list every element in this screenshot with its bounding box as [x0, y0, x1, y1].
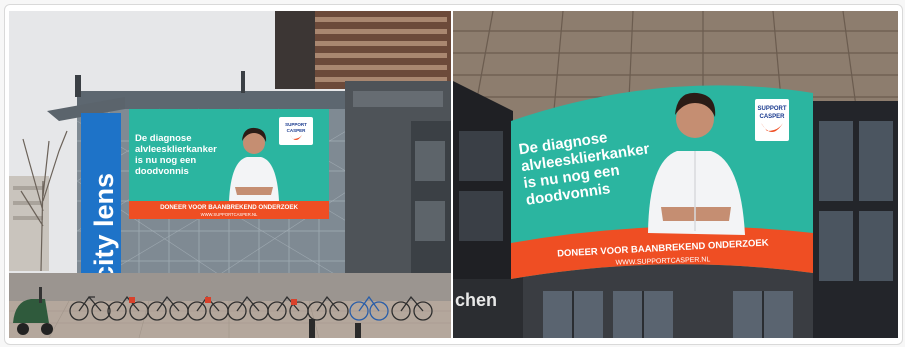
- svg-text:SUPPORT: SUPPORT: [757, 106, 786, 112]
- billboard-headline-line: is nu nog een: [135, 155, 196, 166]
- billboard-left: SUPPORT CASPER De diagnose alvleesklierk…: [129, 109, 329, 219]
- street-scene: city lens SUPPORT CASPER De diagnose alv…: [9, 11, 451, 338]
- svg-text:CASPER: CASPER: [759, 114, 785, 120]
- svg-text:SUPPORT: SUPPORT: [285, 122, 307, 127]
- curved-screen-scene: chen SUPPORT CASPER De diagnose alvleesk…: [453, 11, 898, 338]
- svg-text:CASPER: CASPER: [287, 128, 307, 133]
- storefront-sign: chen: [455, 290, 497, 310]
- billboard-headline-line: De diagnose: [135, 133, 192, 144]
- billboard-url: WWW.SUPPORTCASPER.NL: [201, 212, 258, 217]
- billboard-headline-line: doodvonnis: [135, 166, 189, 177]
- billboard-right: SUPPORT CASPER De diagnose alvleesklierk…: [511, 85, 813, 279]
- city-lens-sign: city lens: [89, 173, 119, 281]
- photo-city-lens-billboard: city lens SUPPORT CASPER De diagnose alv…: [9, 11, 451, 338]
- photo-curved-billboard: chen SUPPORT CASPER De diagnose alvleesk…: [453, 11, 898, 338]
- billboard-cta: DONEER VOOR BAANBREKEND ONDERZOEK: [160, 204, 298, 211]
- image-frame: city lens SUPPORT CASPER De diagnose alv…: [4, 4, 903, 345]
- billboard-headline-line: alvleesklierkanker: [135, 144, 217, 155]
